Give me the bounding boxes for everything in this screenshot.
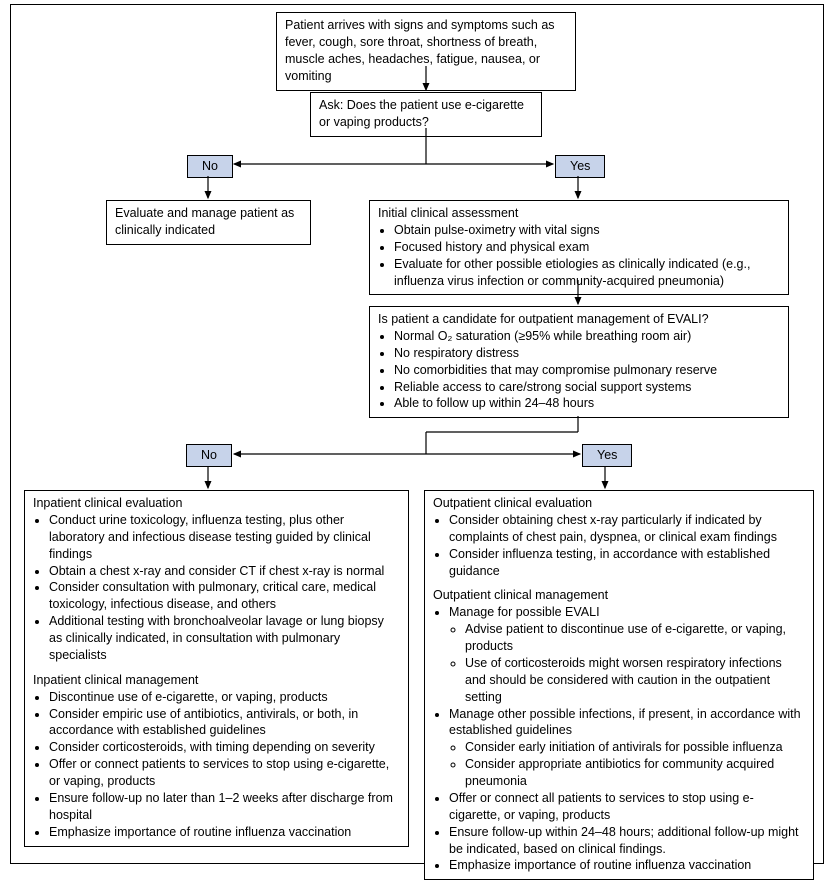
candidate-b1: Normal O₂ saturation (≥95% while breathi…: [394, 328, 780, 345]
inpatient-eval-heading: Inpatient clinical evaluation: [33, 495, 400, 512]
decision2-yes-label: Yes: [597, 448, 617, 462]
inpatient-m5: Ensure follow-up no later than 1–2 weeks…: [49, 790, 400, 824]
decision1-yes-label: Yes: [570, 159, 590, 173]
no-path-box: Evaluate and manage patient as clinicall…: [106, 200, 311, 245]
initial-b1: Obtain pulse-oximetry with vital signs: [394, 222, 780, 239]
outpatient-box: Outpatient clinical evaluation Consider …: [424, 490, 814, 880]
initial-b2: Focused history and physical exam: [394, 239, 780, 256]
candidate-b3: No comorbidities that may compromise pul…: [394, 362, 780, 379]
candidate-b4: Reliable access to care/strong social su…: [394, 379, 780, 396]
ask-box: Ask: Does the patient use e-cigarette or…: [310, 92, 542, 137]
decision2-no-label: No: [201, 448, 217, 462]
inpatient-e4: Additional testing with bronchoalveolar …: [49, 613, 400, 664]
outpatient-m2a: Consider early initiation of antivirals …: [465, 739, 805, 756]
initial-bullets: Obtain pulse-oximetry with vital signs F…: [378, 222, 780, 290]
inpatient-m3: Consider corticosteroids, with timing de…: [49, 739, 400, 756]
outpatient-m2b: Consider appropriate antibiotics for com…: [465, 756, 805, 790]
inpatient-m4: Offer or connect patients to services to…: [49, 756, 400, 790]
outpatient-m1a: Advise patient to discontinue use of e-c…: [465, 621, 805, 655]
decision1-no-label: No: [202, 159, 218, 173]
start-box: Patient arrives with signs and symptoms …: [276, 12, 576, 91]
candidate-b5: Able to follow up within 24–48 hours: [394, 395, 780, 412]
ask-text: Ask: Does the patient use e-cigarette or…: [319, 98, 524, 129]
outpatient-m1b: Use of corticosteroids might worsen resp…: [465, 655, 805, 706]
outpatient-eval-heading: Outpatient clinical evaluation: [433, 495, 805, 512]
inpatient-e2: Obtain a chest x-ray and consider CT if …: [49, 563, 400, 580]
decision1-no: No: [187, 155, 233, 178]
inpatient-m2: Consider empiric use of antibiotics, ant…: [49, 706, 400, 740]
candidate-heading: Is patient a candidate for outpatient ma…: [378, 311, 780, 328]
decision2-yes: Yes: [582, 444, 632, 467]
outpatient-mgmt-bullets: Manage for possible EVALI Advise patient…: [433, 604, 805, 874]
inpatient-e3: Consider consultation with pulmonary, cr…: [49, 579, 400, 613]
initial-heading: Initial clinical assessment: [378, 205, 780, 222]
inpatient-mgmt-heading: Inpatient clinical management: [33, 672, 400, 689]
inpatient-mgmt-bullets: Discontinue use of e-cigarette, or vapin…: [33, 689, 400, 841]
decision1-yes: Yes: [555, 155, 605, 178]
initial-assessment-box: Initial clinical assessment Obtain pulse…: [369, 200, 789, 295]
decision2-no: No: [186, 444, 232, 467]
outpatient-e1: Consider obtaining chest x-ray particula…: [449, 512, 805, 546]
outpatient-m1: Manage for possible EVALI Advise patient…: [449, 604, 805, 705]
inpatient-e1: Conduct urine toxicology, influenza test…: [49, 512, 400, 563]
outpatient-m5: Emphasize importance of routine influenz…: [449, 857, 805, 874]
outpatient-m2: Manage other possible infections, if pre…: [449, 706, 805, 790]
outpatient-e2: Consider influenza testing, in accordanc…: [449, 546, 805, 580]
inpatient-eval-bullets: Conduct urine toxicology, influenza test…: [33, 512, 400, 664]
candidate-bullets: Normal O₂ saturation (≥95% while breathi…: [378, 328, 780, 412]
inpatient-box: Inpatient clinical evaluation Conduct ur…: [24, 490, 409, 847]
no-path-text: Evaluate and manage patient as clinicall…: [115, 206, 294, 237]
start-text: Patient arrives with signs and symptoms …: [285, 18, 555, 83]
outpatient-m4: Ensure follow-up within 24–48 hours; add…: [449, 824, 805, 858]
outpatient-mgmt-heading: Outpatient clinical management: [433, 587, 805, 604]
candidate-b2: No respiratory distress: [394, 345, 780, 362]
outpatient-eval-bullets: Consider obtaining chest x-ray particula…: [433, 512, 805, 580]
candidate-box: Is patient a candidate for outpatient ma…: [369, 306, 789, 418]
outpatient-m3: Offer or connect all patients to service…: [449, 790, 805, 824]
initial-b3: Evaluate for other possible etiologies a…: [394, 256, 780, 290]
inpatient-m1: Discontinue use of e-cigarette, or vapin…: [49, 689, 400, 706]
inpatient-m6: Emphasize importance of routine influenz…: [49, 824, 400, 841]
